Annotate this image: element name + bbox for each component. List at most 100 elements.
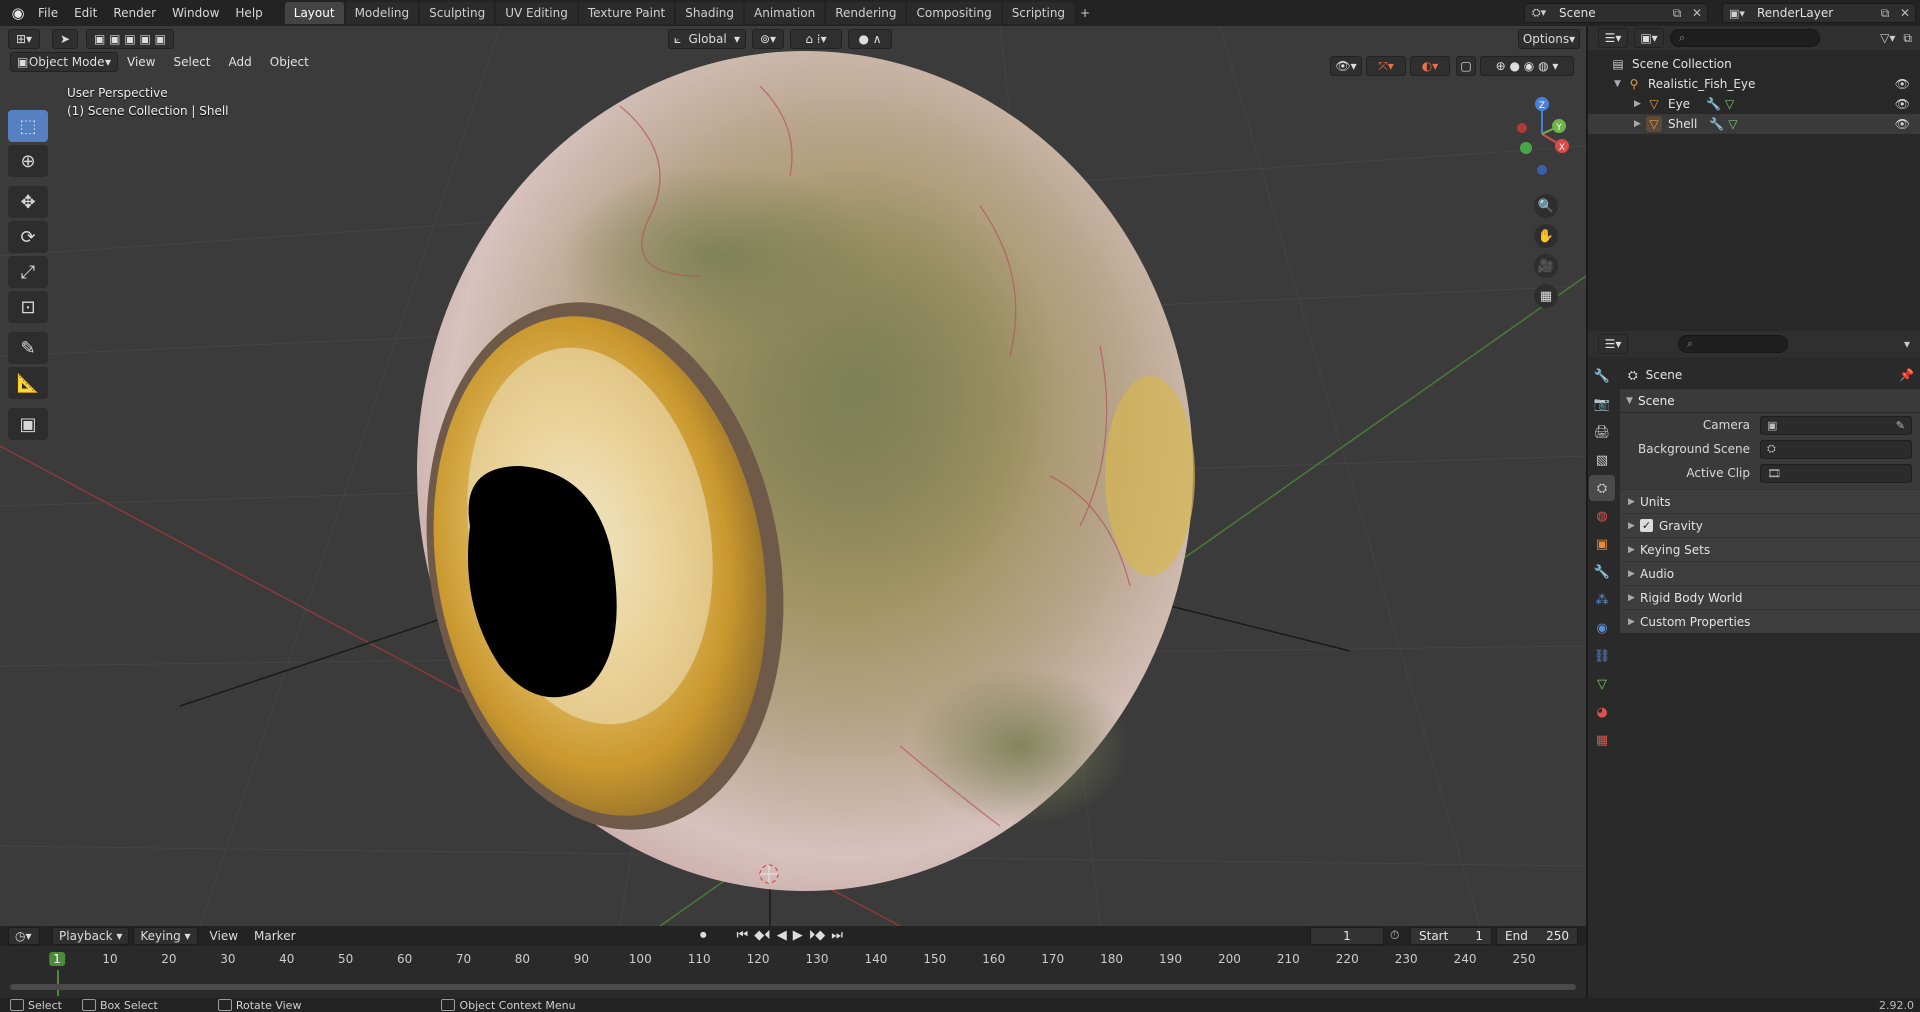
particles-tab-icon[interactable]: ⁂ [1589,587,1615,613]
outliner-search-input[interactable]: ⌕ [1670,29,1820,47]
move-icon[interactable]: ✥ [8,186,48,218]
eye-visibility-icon[interactable]: 👁 [1895,77,1910,91]
menu-view[interactable]: View [202,929,246,943]
pin-icon[interactable]: 📌 [1899,368,1914,382]
eye-visibility-icon[interactable]: 👁 [1895,117,1910,131]
camera-view-icon[interactable]: 🎥 [1534,254,1558,278]
measure-icon[interactable]: 📐 [8,367,48,399]
preview-range-icon[interactable]: ⏱ [1390,928,1399,943]
axis-gizmo[interactable]: X Y Z [1506,86,1586,176]
gravity-panel[interactable]: ▶ ✓ Gravity [1620,513,1920,537]
camera-field[interactable]: ▣ ✎ [1760,415,1912,435]
jump-end-icon[interactable]: ⏭ [831,928,843,943]
pan-hand-icon[interactable]: ✋ [1534,224,1558,248]
tab-texture-paint[interactable]: Texture Paint [578,2,675,24]
keying-sets-panel[interactable]: ▶ Keying Sets [1620,537,1920,561]
playhead-line[interactable] [57,970,59,996]
chevron-down-icon[interactable]: ▾ [1904,337,1910,351]
modifier-icon[interactable]: 🔧 [1706,97,1721,111]
tab-compositing[interactable]: Compositing [907,2,1001,24]
filter-icon[interactable]: ▽▾ [1880,31,1895,46]
menu-add[interactable]: Add [220,55,261,69]
scene-panel-header[interactable]: ▼ Scene [1620,389,1920,413]
expand-triangle-icon[interactable]: ▶ [1634,119,1646,129]
tab-scripting[interactable]: Scripting [1002,2,1075,24]
menu-select[interactable]: Select [164,55,219,69]
menu-help[interactable]: Help [227,0,270,26]
scene-tab-icon[interactable]: ⛭ [1589,475,1615,501]
play-reverse-icon[interactable]: ◀ [777,928,787,943]
3d-viewport[interactable]: ⊞▾ ➤ ▣ ▣ ▣ ▣ ▣ ▣ Object Mode ▾ View Sele… [0,26,1586,926]
gizmo-toggle-icon[interactable]: ⤧▾ [1366,56,1406,76]
add-workspace-button[interactable]: + [1076,2,1094,24]
current-frame-field[interactable]: 1 [1310,927,1384,945]
physics-tab-icon[interactable]: ◉ [1589,615,1615,641]
snap-icon[interactable]: ⌂ ⁞▾ [790,29,842,49]
modifier-tab-icon[interactable]: 🔧 [1589,559,1615,585]
perspective-grid-icon[interactable]: ▦ [1534,284,1558,308]
mesh-data-icon[interactable]: ▽ [1725,97,1734,111]
proportional-edit-icon[interactable]: ● ∧ [848,29,892,49]
shading-mode-buttons[interactable]: ⊕ ● ◉ ◍ ▾ [1480,56,1574,76]
xray-icon[interactable]: ▢ [1456,56,1476,76]
material-tab-icon[interactable]: ◕ [1589,699,1615,725]
rigid-body-world-panel[interactable]: ▶ Rigid Body World [1620,585,1920,609]
end-frame-field[interactable]: End 250 [1496,927,1578,945]
menu-marker[interactable]: Marker [246,929,303,943]
start-frame-field[interactable]: Start 1 [1410,927,1492,945]
audio-panel[interactable]: ▶ Audio [1620,561,1920,585]
jump-start-icon[interactable]: ⏮ [737,928,749,943]
zoom-icon[interactable]: 🔍 [1534,194,1558,218]
close-icon[interactable]: ✕ [1687,6,1707,20]
tab-uv-editing[interactable]: UV Editing [496,2,577,24]
outliner-scene-collection[interactable]: ▤ Scene Collection [1588,54,1920,74]
blender-logo-icon[interactable]: ◉ [6,1,30,25]
annotate-icon[interactable]: ✎ [8,332,48,364]
outliner-item-realistic-fish-eye[interactable]: ▼ ⚲ Realistic_Fish_Eye 👁 [1588,74,1920,94]
visibility-icon[interactable]: 👁▾ [1330,56,1362,76]
selection-mode-buttons[interactable]: ▣ ▣ ▣ ▣ ▣ [86,29,174,49]
select-box-icon[interactable]: ⬚ [8,110,48,142]
select-tool-icon[interactable]: ➤ [52,29,78,49]
options-dropdown[interactable]: Options ▾ [1518,29,1580,49]
navigation-gizmo[interactable]: X Y Z 🔍 ✋ 🎥 ▦ [1506,86,1586,308]
scene-selector[interactable]: ⛭▾ Scene ⧉ ✕ [1524,3,1708,23]
pivot-point-icon[interactable]: ⊚▾ [752,29,784,49]
tab-modeling[interactable]: Modeling [345,2,419,24]
transform-icon[interactable]: ⊡ [8,291,48,323]
mesh-data-icon[interactable]: ▽ [1728,117,1737,131]
background-scene-field[interactable]: ⛭ [1760,439,1912,459]
transform-orientation-dropdown[interactable]: ⟀ Global ▾ [668,29,746,49]
menu-window[interactable]: Window [164,0,227,26]
object-tab-icon[interactable]: ▣ [1589,531,1615,557]
display-mode-icon[interactable]: ▣▾ [1634,28,1664,48]
units-panel[interactable]: ▶ Units [1620,489,1920,513]
record-icon[interactable]: ⏺ [700,928,707,943]
custom-properties-panel[interactable]: ▶ Custom Properties [1620,609,1920,633]
output-tab-icon[interactable]: 🖨 [1589,419,1615,445]
keying-dropdown[interactable]: Keying ▾ [133,927,198,945]
cursor-icon[interactable]: ⊕ [8,145,48,177]
play-icon[interactable]: ▶ [793,928,803,943]
scale-icon[interactable]: ⤢ [8,256,48,288]
copy-view-layer-icon[interactable]: ⧉ [1875,6,1895,21]
timeline-scrollbar[interactable] [10,984,1576,990]
object-mode-dropdown[interactable]: ▣ Object Mode ▾ [10,52,118,72]
overlays-icon[interactable]: ◐▾ [1410,56,1450,76]
gravity-checkbox[interactable]: ✓ [1640,519,1653,532]
next-keyframe-icon[interactable]: ⏵◆ [809,928,826,943]
menu-edit[interactable]: Edit [66,0,105,26]
expand-triangle-icon[interactable]: ▶ [1634,99,1646,109]
rotate-icon[interactable]: ⟳ [8,221,48,253]
tab-sculpting[interactable]: Sculpting [420,2,495,24]
menu-render[interactable]: Render [105,0,164,26]
tool-tab-icon[interactable]: 🔧 [1589,363,1615,389]
active-clip-field[interactable]: 🎞 [1760,463,1912,483]
view-layer-selector[interactable]: ▣▾ RenderLayer ⧉ ✕ [1722,3,1916,23]
outliner-item-eye[interactable]: ▶ ▽ Eye 🔧 ▽ 👁 [1588,94,1920,114]
editor-type-icon[interactable]: ⊞▾ [8,29,40,49]
menu-view[interactable]: View [118,55,164,69]
editor-type-icon[interactable]: ☰▾ [1598,28,1628,48]
world-tab-icon[interactable]: ◍ [1589,503,1615,529]
tab-layout[interactable]: Layout [284,2,344,24]
